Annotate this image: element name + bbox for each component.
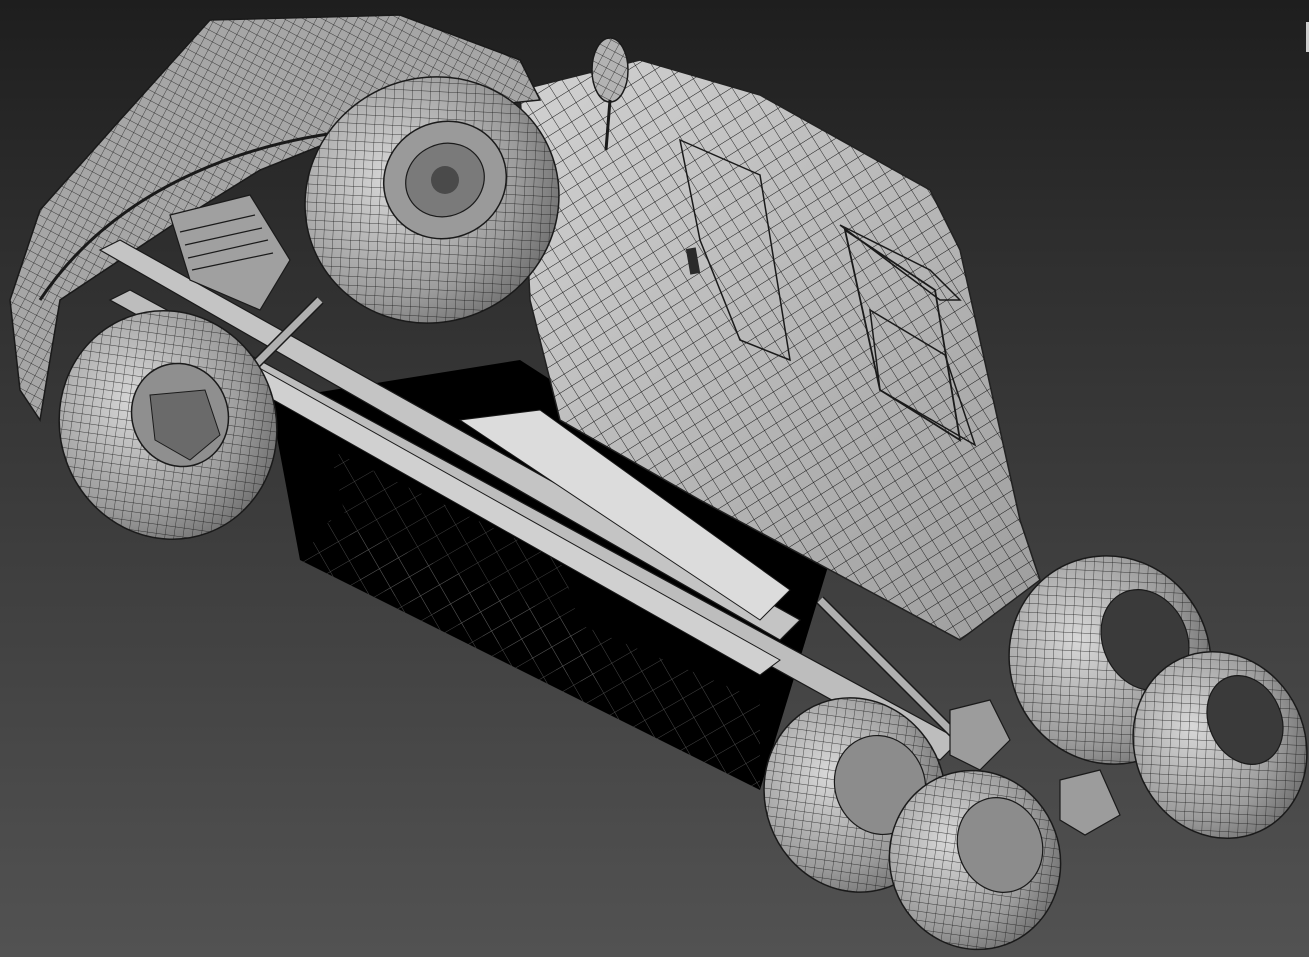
truck-model[interactable] <box>0 0 1309 957</box>
3d-viewport[interactable] <box>0 0 1309 957</box>
